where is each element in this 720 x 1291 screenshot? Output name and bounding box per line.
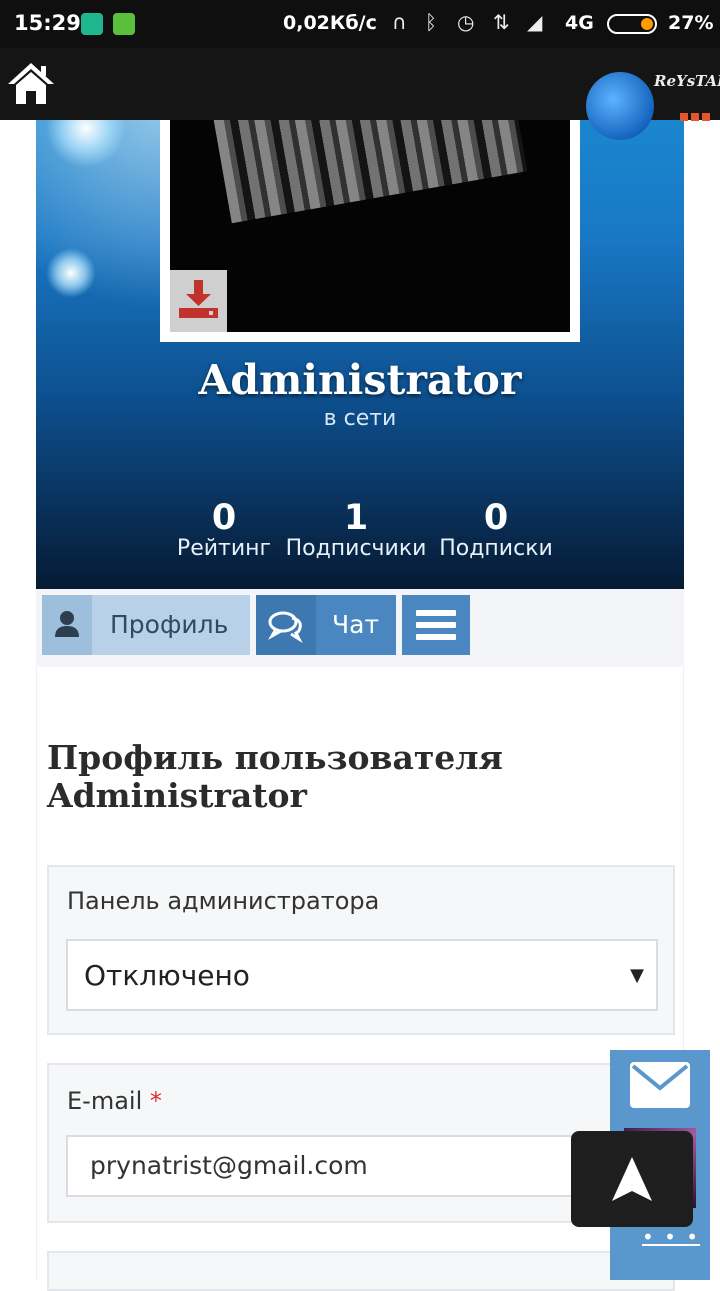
- envelope-icon: [630, 1062, 690, 1108]
- stat-label: Подписчики: [285, 536, 427, 561]
- headphones-icon: ∩: [392, 10, 407, 34]
- site-header: ReYsTAFF: [0, 48, 720, 140]
- status-time: 15:29: [14, 11, 81, 35]
- profile-cover: Administrator в сети 0 Рейтинг 1 Подписч…: [36, 48, 684, 589]
- stat-value: 1: [343, 498, 369, 538]
- tab-label: Профиль: [110, 610, 229, 639]
- alarm-icon: ◷: [457, 10, 475, 34]
- email-value: prynatrist@gmail.com: [90, 1151, 368, 1180]
- stat-followers[interactable]: 1 Подписчики: [282, 498, 430, 561]
- admin-panel-select[interactable]: Отключено ▼: [66, 939, 658, 1011]
- stat-value: 0: [483, 498, 509, 538]
- signal-icon: ◢: [527, 10, 543, 34]
- globe-icon: [586, 72, 654, 140]
- status-bar: 15:29 0,02Кб/с ∩ ᛒ ◷ ⇅ ◢ 4G 27%: [0, 0, 720, 48]
- home-button[interactable]: [6, 58, 56, 108]
- logo-text: ReYsTAFF: [654, 72, 720, 90]
- network-type: 4G: [565, 12, 594, 34]
- site-logo[interactable]: ReYsTAFF: [584, 52, 720, 140]
- arrow-up-icon: [612, 1157, 652, 1201]
- select-value: Отключено: [84, 959, 250, 992]
- bluetooth-icon: ᛒ: [425, 10, 437, 34]
- online-status: в сети: [323, 406, 397, 431]
- battery-icon: [607, 14, 657, 34]
- battery-percent: 27%: [668, 12, 714, 34]
- caret-down-icon: ▼: [630, 965, 644, 986]
- more-button[interactable]: • • •: [642, 1227, 701, 1247]
- shield-icon: [81, 13, 103, 35]
- required-mark: *: [149, 1087, 162, 1115]
- chat-icon: [268, 611, 303, 644]
- download-button[interactable]: [170, 270, 227, 332]
- profile-tabs: Профиль Чат: [36, 589, 684, 667]
- scroll-top-button[interactable]: [571, 1131, 693, 1227]
- tab-chat[interactable]: Чат: [256, 595, 396, 655]
- admin-panel-label: Панель администратора: [67, 887, 380, 915]
- user-icon: [55, 611, 79, 637]
- email-input[interactable]: prynatrist@gmail.com: [66, 1135, 658, 1197]
- stat-following[interactable]: 0 Подписки: [434, 498, 558, 561]
- data-arrows-icon: ⇅: [493, 10, 510, 34]
- tab-label: Чат: [332, 610, 380, 639]
- tab-profile[interactable]: Профиль: [42, 595, 250, 655]
- admin-panel-field: Панель администратора Отключено ▼: [47, 865, 675, 1035]
- android-icon: [113, 13, 135, 35]
- next-field-group: [47, 1251, 675, 1291]
- page-title: Профиль пользователя Administrator: [47, 738, 503, 815]
- net-speed: 0,02Кб/с: [283, 12, 377, 34]
- stat-label: Рейтинг: [176, 536, 272, 561]
- email-label: E-mail *: [67, 1087, 162, 1115]
- menu-button[interactable]: [402, 595, 470, 655]
- download-icon: [179, 280, 218, 318]
- stat-rating[interactable]: 0 Рейтинг: [166, 498, 282, 561]
- home-icon: [8, 63, 54, 104]
- profile-username: Administrator: [198, 356, 522, 404]
- stat-label: Подписки: [439, 536, 553, 561]
- stat-value: 0: [211, 498, 237, 538]
